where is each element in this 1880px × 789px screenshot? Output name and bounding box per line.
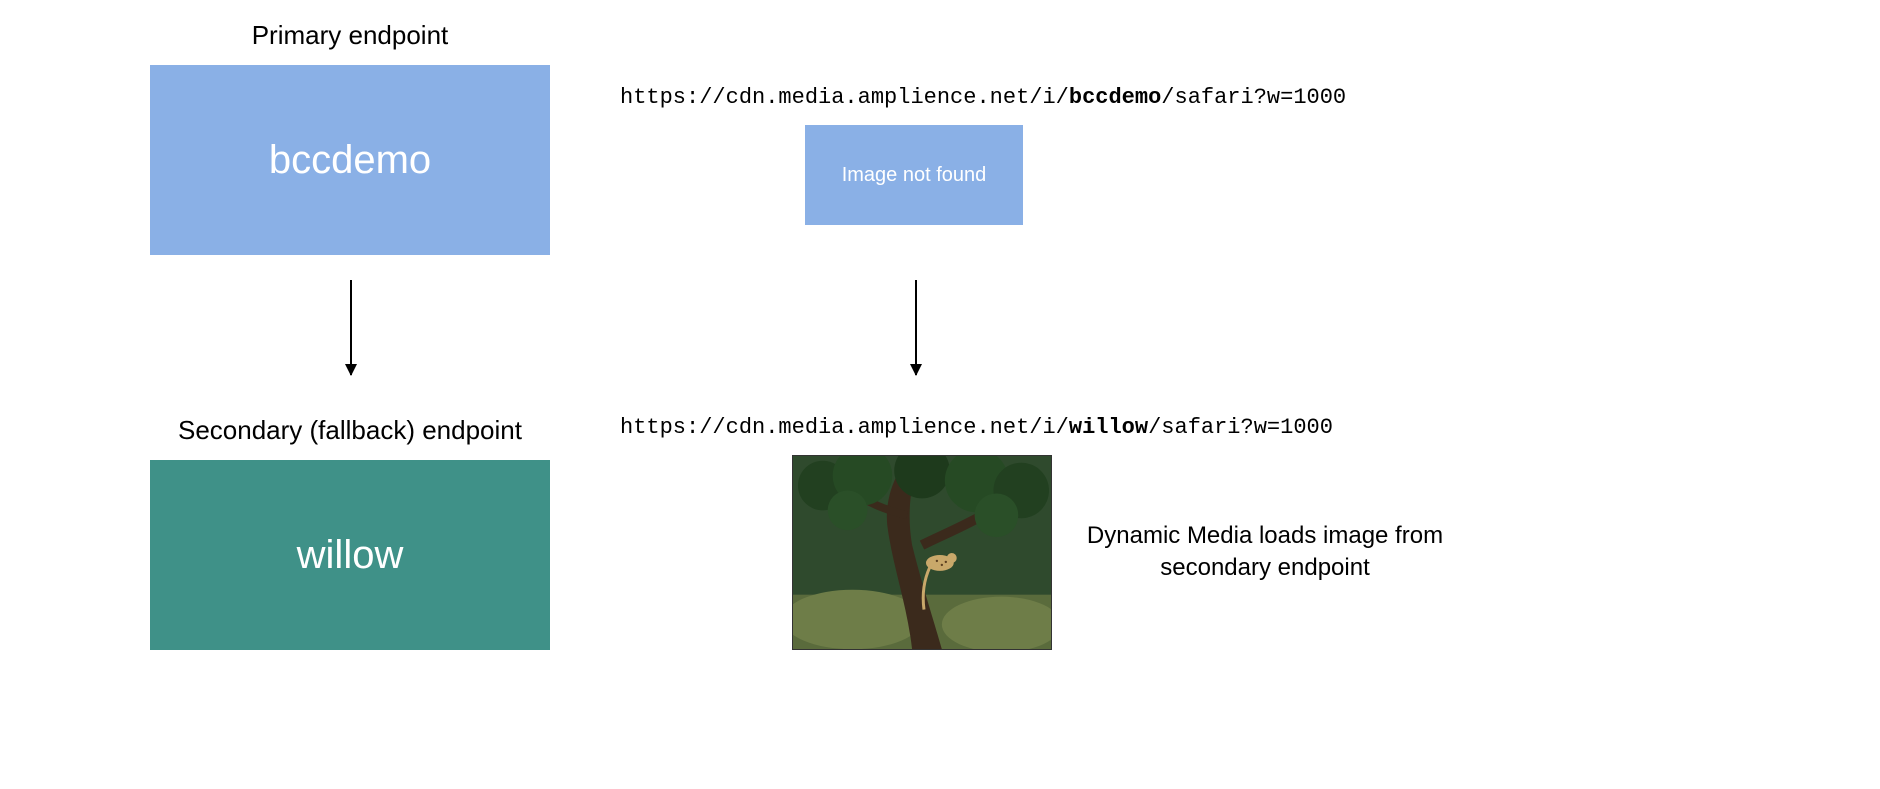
arrow-down-left — [350, 280, 352, 375]
caption-line-2: secondary endpoint — [1160, 554, 1369, 581]
secondary-caption: Dynamic Media loads image from secondary… — [1085, 520, 1445, 585]
caption-line-1: Dynamic Media loads image from — [1087, 522, 1443, 549]
image-not-found-box: Image not found — [805, 125, 1023, 225]
fallback-diagram: Primary endpoint bccdemo Secondary (fall… — [0, 0, 1880, 789]
url-suffix: /safari?w=1000 — [1161, 85, 1346, 110]
secondary-endpoint-name: willow — [297, 533, 404, 578]
primary-url: https://cdn.media.amplience.net/i/bccdem… — [620, 85, 1346, 110]
url-prefix: https://cdn.media.amplience.net/i/ — [620, 85, 1069, 110]
primary-endpoint-box: bccdemo — [150, 65, 550, 255]
secondary-url: https://cdn.media.amplience.net/i/willow… — [620, 415, 1333, 440]
url-account-primary: bccdemo — [1069, 85, 1161, 110]
safari-image — [792, 455, 1052, 650]
primary-endpoint-label: Primary endpoint — [150, 20, 550, 51]
secondary-endpoint-label: Secondary (fallback) endpoint — [150, 415, 550, 446]
url-account-secondary: willow — [1069, 415, 1148, 440]
url-suffix-2: /safari?w=1000 — [1148, 415, 1333, 440]
primary-endpoint-name: bccdemo — [269, 138, 431, 183]
image-not-found-label: Image not found — [842, 164, 987, 187]
url-prefix-2: https://cdn.media.amplience.net/i/ — [620, 415, 1069, 440]
secondary-endpoint-box: willow — [150, 460, 550, 650]
arrow-down-right — [915, 280, 917, 375]
